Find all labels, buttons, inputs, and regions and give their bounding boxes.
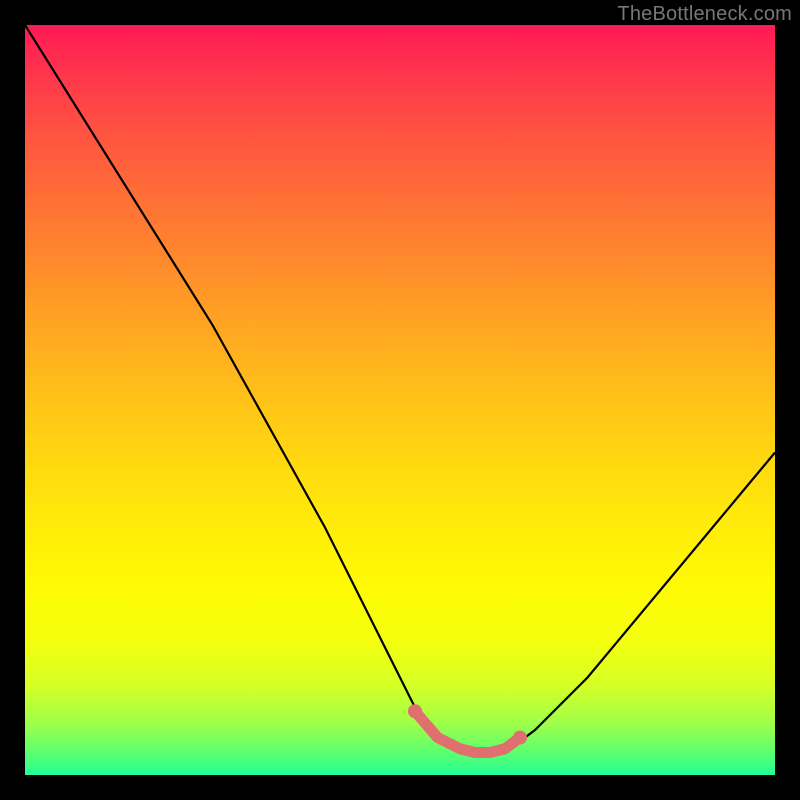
bottleneck-curve-path: [25, 25, 775, 753]
optimal-range-dot-left: [408, 704, 422, 718]
bottleneck-curve-svg: [25, 25, 775, 775]
optimal-range-line: [415, 711, 520, 752]
watermark-text: TheBottleneck.com: [617, 3, 792, 26]
optimal-range-dot-right: [513, 731, 527, 745]
chart-frame: TheBottleneck.com: [0, 0, 800, 800]
plot-area: [25, 25, 775, 775]
